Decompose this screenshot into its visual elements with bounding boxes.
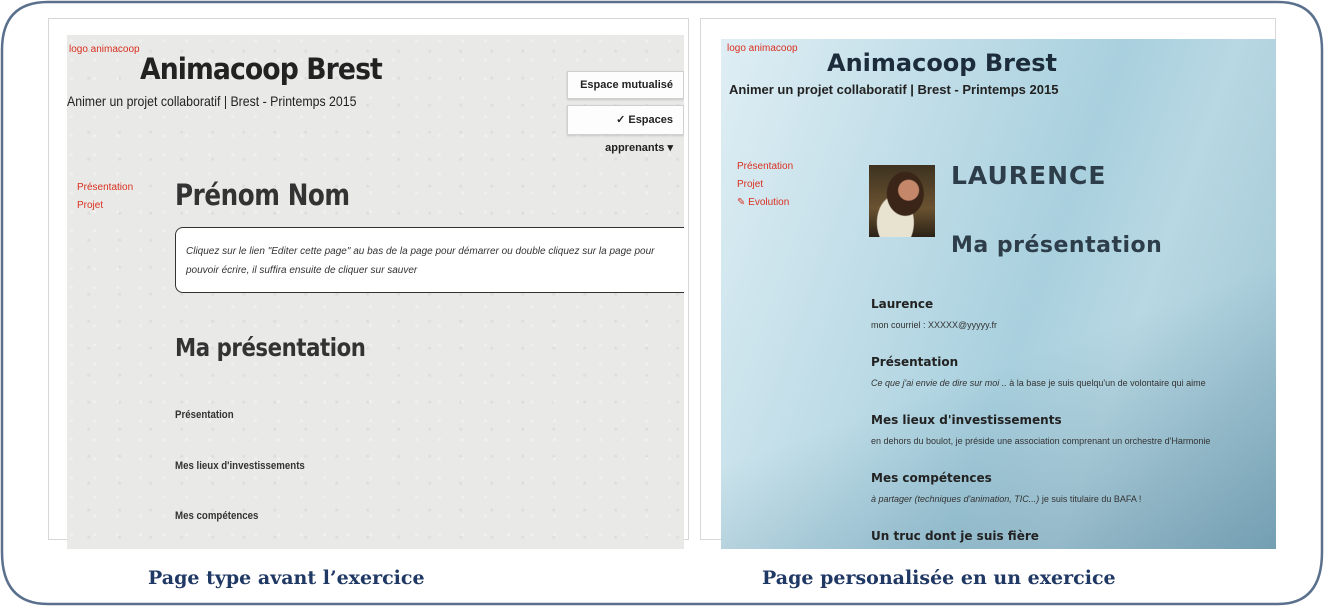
field-label: Mes lieux d'investissements [871,413,1062,427]
nav-link-presentation[interactable]: Présentation [77,182,133,193]
section-item: Mes compétences [175,510,259,522]
site-title[interactable]: Animacoop Brest [140,52,383,86]
field-label: Présentation [871,355,959,369]
left-screenshot-card: logo animacoop Animacoop Brest Animer un… [48,18,689,549]
nav-link-projet[interactable]: Projet [737,179,763,190]
field-text: à partager (techniques d'animation, TIC.… [871,494,1142,504]
edit-instructions-box: Cliquez sur le lien "Editer cette page" … [175,227,684,293]
espaces-apprenants-button[interactable]: ✓ Espaces apprenants ▾ [567,105,684,154]
section-title: Ma présentation [951,233,1163,258]
field-text: mon courriel : XXXXX@yyyyy.fr [871,320,997,330]
espace-mutualise-button[interactable]: Espace mutualisé [567,71,684,99]
nav-link-projet[interactable]: Projet [77,200,103,211]
field-text: Ce que j'ai envie de dire sur moi .. à l… [871,378,1206,388]
site-subtitle: Animer un projet collaboratif | Brest - … [729,82,1059,97]
site-subtitle: Animer un projet collaboratif | Brest - … [67,93,357,109]
left-page: logo animacoop Animacoop Brest Animer un… [67,35,684,549]
field-label: Laurence [871,297,934,311]
profile-photo [869,165,935,237]
right-page: logo animacoop Animacoop Brest Animer un… [721,39,1276,549]
section-item: Mes lieux d'investissements [175,460,305,472]
field-label: Mes compétences [871,471,992,485]
site-title[interactable]: Animacoop Brest [827,49,1057,77]
section-item: Présentation [175,409,234,421]
caption-right: Page personalisée en un exercice [762,567,1116,589]
profile-name: LAURENCE [951,161,1107,190]
nav-link-presentation[interactable]: Présentation [737,161,793,172]
field-label: Un truc dont je suis fière [871,529,1039,543]
logo[interactable]: logo animacoop [69,44,140,55]
field-text: en dehors du boulot, je préside une asso… [871,436,1211,446]
page-title: Prénom Nom [175,178,350,212]
section-title: Ma présentation [175,333,366,362]
nav-link-evolution[interactable]: ✎ Evolution [737,197,789,208]
right-screenshot-card: logo animacoop Animacoop Brest Animer un… [700,18,1276,549]
logo[interactable]: logo animacoop [727,43,798,54]
caption-left: Page type avant l’exercice [148,567,425,589]
